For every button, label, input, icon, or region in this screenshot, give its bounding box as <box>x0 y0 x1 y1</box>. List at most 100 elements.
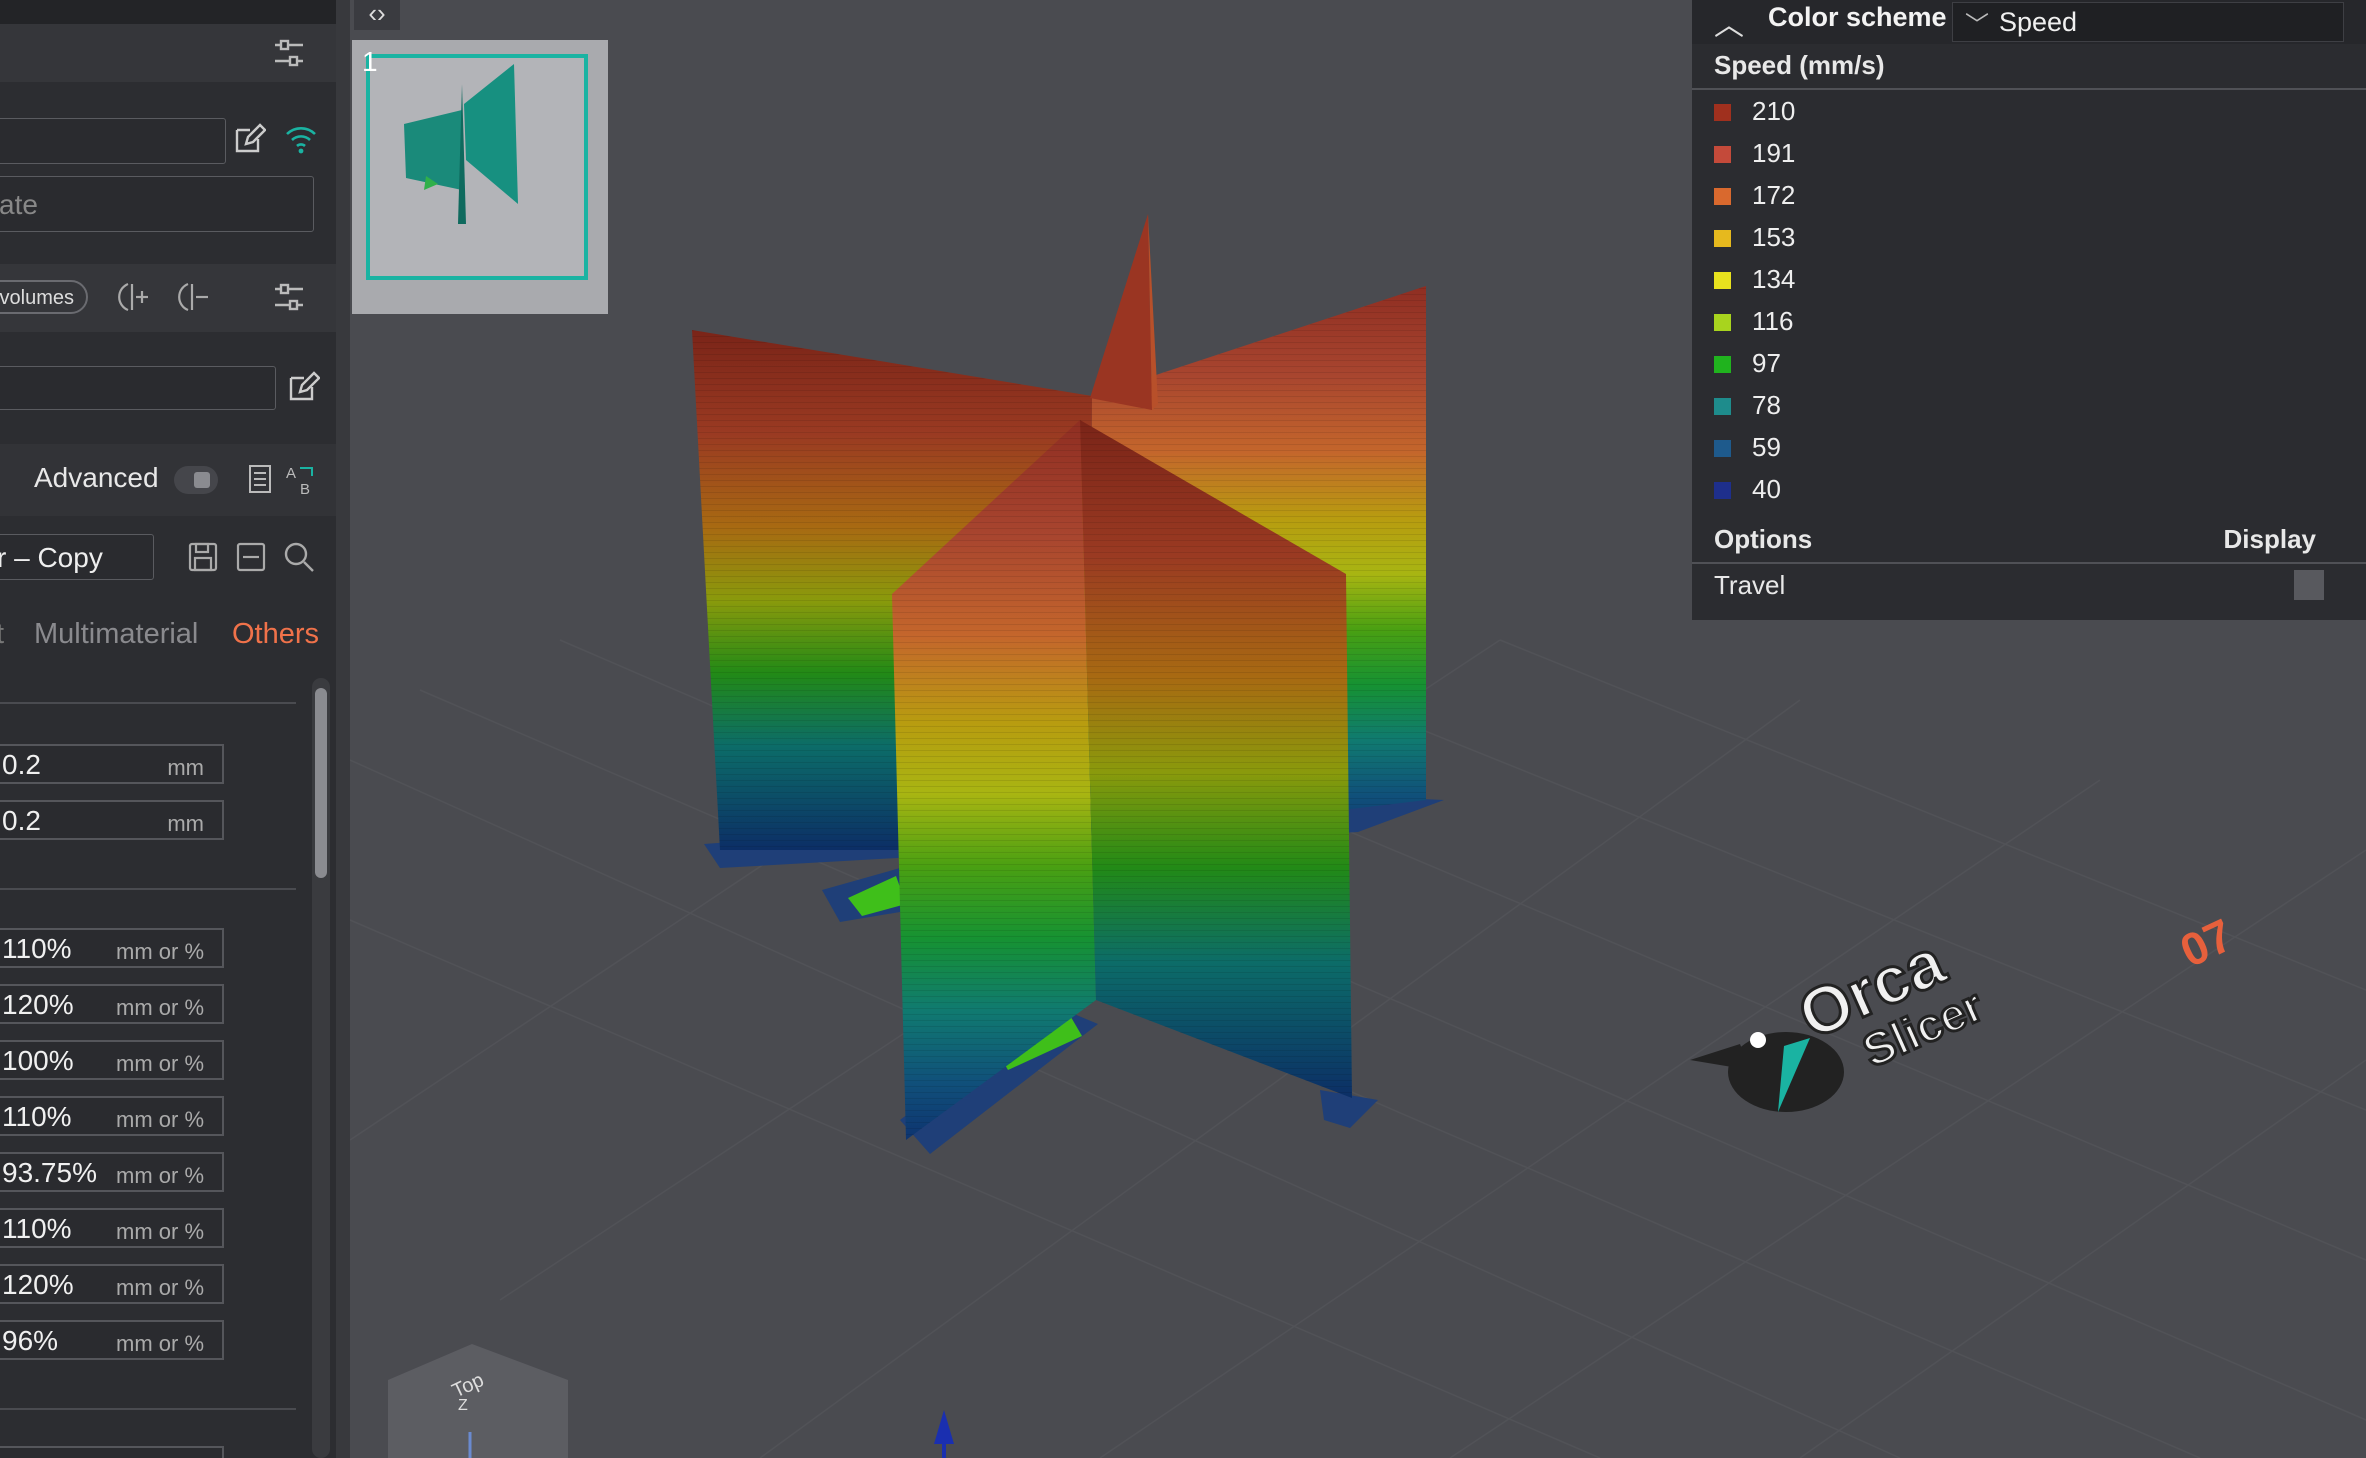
param-value: 0.2 <box>2 749 41 780</box>
param-field[interactable]: 93.75% mm or % <box>0 1152 224 1192</box>
legend-swatch <box>1714 314 1731 331</box>
object-settings-icon[interactable] <box>272 280 306 314</box>
orca-slicer-bed-logo: Orca Slicer <box>1690 922 1992 1112</box>
legend-value: 59 <box>1752 432 1781 462</box>
param-value: 100% <box>2 1045 74 1076</box>
param-unit: mm or % <box>116 939 204 964</box>
tab-others[interactable]: Others <box>232 618 319 651</box>
legend-swatch <box>1714 230 1731 247</box>
param-field[interactable]: 120% mm or % <box>0 1264 224 1304</box>
param-field[interactable]: 100% mm or % <box>0 1040 224 1080</box>
legend-value: 191 <box>1752 138 1796 168</box>
compare-presets-icon[interactable] <box>248 462 282 496</box>
legend-value: 153 <box>1752 222 1796 252</box>
collapse-sidebar-button[interactable]: ‹› <box>354 0 400 30</box>
param-value: 110% <box>2 1213 72 1244</box>
delete-preset-icon[interactable] <box>234 540 268 574</box>
printer-select[interactable] <box>0 118 226 164</box>
plate-number: 1 <box>362 46 378 77</box>
plate-model-preview <box>404 64 518 224</box>
legend-swatch <box>1714 440 1731 457</box>
color-scheme-label: Color scheme <box>1768 2 1947 32</box>
legend-value: 116 <box>1752 306 1794 336</box>
volumes-toggle[interactable]: volumes <box>0 280 88 314</box>
tab-support[interactable]: t <box>0 618 4 651</box>
svg-text:A: A <box>286 465 296 482</box>
legend-title: Speed (mm/s) <box>1714 50 1885 80</box>
param-unit: mm or % <box>116 995 204 1020</box>
plate-type-value: ate <box>0 189 38 220</box>
volumes-label: volumes <box>0 287 74 309</box>
plate-type-select[interactable]: ate <box>0 176 314 232</box>
param-field[interactable]: 120% mm or % <box>0 984 224 1024</box>
param-value: 93.75% <box>2 1157 97 1188</box>
param-field[interactable]: 0.2 mm <box>0 800 224 840</box>
ab-compare-icon[interactable]: AB <box>284 462 318 498</box>
settings-sliders-icon[interactable] <box>272 36 306 70</box>
search-icon[interactable] <box>282 540 316 574</box>
param-value: 110% <box>2 933 72 964</box>
param-value: 110% <box>2 1101 72 1132</box>
param-field[interactable]: 110% mm or % <box>0 1208 224 1248</box>
section-divider <box>0 1408 296 1410</box>
travel-option-label: Travel <box>1714 570 1786 600</box>
param-field[interactable]: 96% mm or % <box>0 1320 224 1360</box>
param-field[interactable]: 0.2 mm <box>0 744 224 784</box>
section-divider <box>0 888 296 890</box>
collapse-legend-icon[interactable]: ︿ <box>1714 0 1744 44</box>
section-divider <box>0 702 296 704</box>
gcode-legend-panel: ︿ Color scheme ﹀ Speed Speed (mm/s) 210 … <box>1692 0 2366 620</box>
plate-number-label: 07 <box>2172 908 2240 977</box>
legend-swatch <box>1714 482 1731 499</box>
process-select[interactable] <box>0 366 276 410</box>
advanced-toggle[interactable] <box>174 466 218 494</box>
scrollbar-thumb[interactable] <box>315 688 327 878</box>
param-unit: mm or % <box>116 1219 204 1244</box>
param-field[interactable]: 110% mm or % <box>0 928 224 968</box>
z-axis-arrow-icon <box>934 1410 954 1458</box>
param-unit: mm or % <box>116 1051 204 1076</box>
param-unit: mm <box>167 811 204 836</box>
legend-value: 97 <box>1752 348 1781 378</box>
param-field[interactable]: 110% mm or % <box>0 1096 224 1136</box>
edit-icon[interactable] <box>232 122 267 156</box>
options-label: Options <box>1714 524 1813 554</box>
model-spike <box>1090 214 1158 410</box>
remove-part-icon[interactable] <box>178 280 212 314</box>
legend-value: 40 <box>1752 474 1781 504</box>
tab-multimaterial[interactable]: Multimaterial <box>34 618 198 651</box>
sidebar-scrollbar[interactable] <box>312 678 330 1458</box>
param-unit: mm or % <box>116 1107 204 1132</box>
view-cube-axis-label: Z <box>458 1397 468 1414</box>
legend-swatch <box>1714 272 1731 289</box>
save-icon[interactable] <box>186 540 220 574</box>
legend-swatch <box>1714 104 1731 121</box>
param-unit: mm or % <box>116 1331 204 1356</box>
wifi-icon[interactable] <box>284 122 318 156</box>
param-value: 96% <box>2 1325 59 1356</box>
legend-swatch <box>1714 356 1731 373</box>
advanced-label: Advanced <box>34 462 159 493</box>
param-value: 120% <box>2 1269 74 1300</box>
travel-display-checkbox[interactable] <box>2294 570 2324 600</box>
param-unit: mm or % <box>116 1275 204 1300</box>
legend-divider <box>1692 562 2366 564</box>
param-value: 120% <box>2 989 74 1020</box>
edit-process-icon[interactable] <box>286 370 321 404</box>
param-unit: mm <box>167 755 204 780</box>
plate-thumbnail[interactable]: 1 <box>352 40 608 314</box>
settings-sidebar: ate volumes Advanced AB r – Copy t Multi… <box>0 0 336 1458</box>
legend-swatch <box>1714 188 1731 205</box>
sidebar-splitter[interactable] <box>336 0 350 1458</box>
preset-name-field[interactable]: r – Copy <box>0 534 154 580</box>
param-field[interactable] <box>0 1446 224 1458</box>
color-scheme-select[interactable]: ﹀ Speed <box>1952 2 2344 42</box>
view-cube[interactable]: Top Z <box>388 1344 568 1458</box>
color-scheme-value: Speed <box>1999 7 2078 37</box>
add-part-icon[interactable] <box>118 280 152 314</box>
legend-value: 210 <box>1752 96 1796 126</box>
legend-divider <box>1692 88 2366 90</box>
legend-value: 172 <box>1752 180 1796 210</box>
display-label: Display <box>2223 524 2317 554</box>
preset-name-value: r – Copy <box>0 542 103 573</box>
